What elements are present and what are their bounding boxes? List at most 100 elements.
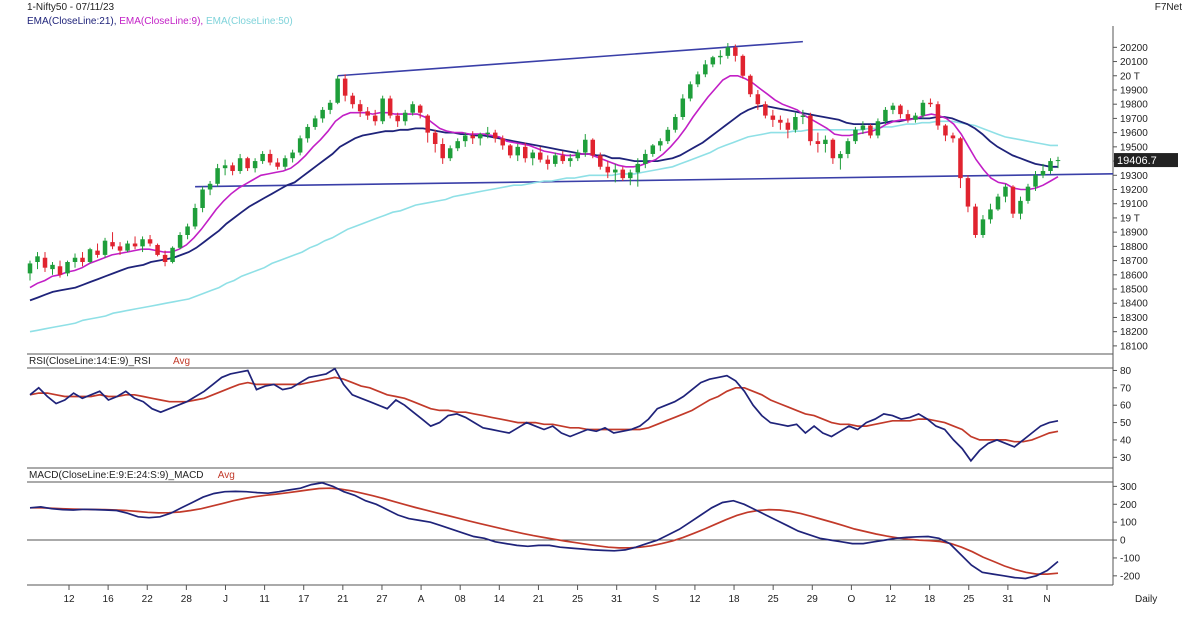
candle-body	[200, 189, 205, 208]
x-tick-label: 27	[376, 594, 388, 605]
candle-body	[1040, 171, 1046, 176]
candle-body	[515, 146, 520, 156]
candle-body	[1018, 200, 1023, 214]
x-tick-label: 12	[63, 594, 75, 605]
candle-body	[192, 207, 198, 227]
candle-body	[943, 125, 948, 136]
candle-body	[553, 155, 558, 164]
x-tick-label: N	[1043, 594, 1050, 605]
macd-avg-line	[30, 487, 1059, 575]
candle-body	[868, 125, 873, 136]
candle-body	[665, 129, 671, 142]
candle-body	[50, 264, 55, 270]
candle-body	[260, 153, 265, 162]
candle-body	[432, 132, 438, 145]
x-tick-label: 21	[337, 594, 349, 605]
resistance-trendline	[337, 40, 803, 77]
candle-body	[380, 98, 385, 122]
candle-body	[155, 244, 160, 255]
x-tick-label: 31	[611, 594, 623, 605]
candle-body	[102, 240, 108, 255]
support-trendline	[195, 173, 1114, 188]
price-y-tick-label: 19900	[1120, 85, 1148, 96]
candle-body	[583, 139, 588, 153]
price-y-tick-label: 18900	[1120, 228, 1148, 239]
macd-y-tick-label: -100	[1120, 553, 1140, 564]
x-tick-label: 31	[1002, 594, 1014, 605]
x-tick-label: J	[223, 594, 228, 605]
candle-body	[72, 257, 78, 263]
x-tick-label: 25	[768, 594, 780, 605]
candle-body	[875, 121, 881, 136]
candle-body	[928, 102, 933, 105]
candle-body	[162, 254, 168, 263]
candle-body	[470, 135, 475, 139]
x-tick-label: 29	[807, 594, 819, 605]
candle-body	[267, 153, 273, 163]
candle-body	[710, 57, 716, 65]
rsi-y-tick-label: 50	[1120, 418, 1132, 429]
candle-body	[590, 139, 596, 156]
candle-body	[830, 139, 836, 159]
candle-body	[815, 141, 821, 145]
candle-body	[575, 152, 581, 159]
candle-body	[778, 119, 783, 123]
candle-body	[785, 122, 791, 130]
candle-body	[718, 55, 723, 58]
candle-body	[402, 112, 408, 122]
candle-body	[455, 141, 460, 149]
candle-body	[507, 145, 513, 156]
price-y-tick-label: 19 T	[1120, 213, 1140, 224]
candle-body	[500, 138, 505, 146]
candle-body	[1048, 161, 1053, 172]
candle-body	[838, 153, 843, 159]
x-tick-label: 12	[689, 594, 701, 605]
candle-body	[215, 168, 220, 184]
x-tick-label: S	[652, 594, 659, 605]
rsi-line	[29, 367, 1059, 463]
candle-body	[350, 95, 355, 105]
x-tick-label: 16	[103, 594, 115, 605]
candle-body	[110, 242, 115, 247]
candle-body	[125, 243, 130, 251]
candle-body	[537, 152, 543, 160]
ema50-line	[29, 120, 1058, 333]
candle-body	[417, 105, 423, 113]
candle-body	[748, 75, 753, 95]
candle-body	[763, 104, 768, 116]
candle-body	[973, 206, 978, 235]
candle-body	[568, 158, 573, 162]
rsi-y-tick-label: 70	[1120, 383, 1132, 394]
price-y-tick-label: 19800	[1120, 100, 1148, 111]
candle-body	[643, 153, 648, 164]
price-y-tick-label: 19200	[1120, 185, 1148, 196]
x-tick-label: 21	[533, 594, 545, 605]
candle-body	[477, 134, 483, 139]
candle-body	[793, 116, 798, 130]
candle-body	[1033, 175, 1038, 187]
candle-body	[1003, 186, 1008, 197]
rsi-panel-label: RSI(CloseLine:14:E:9)_RSI	[29, 356, 151, 367]
rsi-y-tick-label: 80	[1120, 366, 1132, 377]
candle-body	[853, 129, 858, 142]
price-y-tick-label: 18300	[1120, 313, 1148, 324]
candle-body	[620, 169, 626, 179]
candle-body	[725, 47, 731, 56]
candle-body	[1025, 186, 1031, 201]
price-y-tick-label: 18200	[1120, 327, 1148, 338]
x-tick-label: 25	[572, 594, 584, 605]
candle-body	[252, 161, 258, 169]
candle-body	[132, 243, 138, 247]
candle-body	[185, 226, 190, 235]
candle-body	[980, 219, 986, 235]
candle-body	[207, 183, 213, 190]
last-price-badge: 19406.7	[1117, 155, 1157, 167]
x-tick-label: 17	[298, 594, 310, 605]
candle-body	[410, 104, 415, 113]
candle-body	[658, 141, 663, 146]
candle-body	[688, 84, 693, 99]
x-tick-label: 22	[142, 594, 154, 605]
candle-body	[365, 111, 370, 116]
price-y-tick-label: 18600	[1120, 270, 1148, 281]
candle-body	[733, 47, 738, 56]
